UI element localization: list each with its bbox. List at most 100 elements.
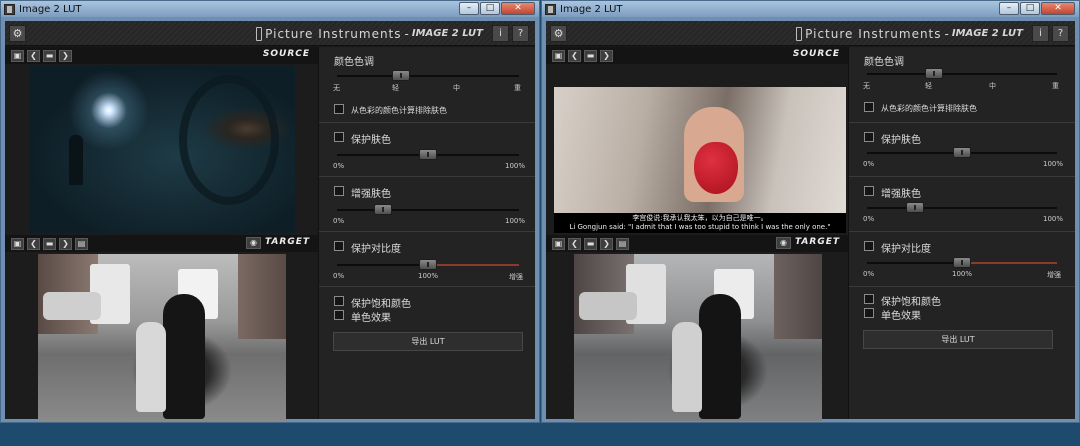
- source-image: 李宫俊说:我承认我太笨，以为自己是唯一。 Li Gongjun said: "I…: [554, 87, 846, 233]
- source-toolbar: ▣ ❮ ▬ ❯ SOURCE: [5, 47, 318, 64]
- protect-saturation-checkbox[interactable]: [864, 294, 874, 304]
- target-label: TARGET: [264, 237, 310, 247]
- protect-skin-slider[interactable]: [867, 147, 1057, 158]
- prev-icon[interactable]: ❮: [27, 237, 40, 250]
- protect-skin-checkbox[interactable]: [864, 132, 874, 142]
- enhance-skin-thumb[interactable]: [373, 204, 392, 215]
- next-icon[interactable]: ❯: [59, 237, 72, 250]
- save-icon[interactable]: ▣: [552, 49, 565, 62]
- protect-contrast-thumb[interactable]: [419, 259, 437, 270]
- protect-skin-section: 保护肤色 0% 100%: [849, 124, 1075, 177]
- info-button[interactable]: i: [492, 25, 509, 42]
- protect-contrast-checkbox[interactable]: [864, 241, 874, 251]
- folder-icon[interactable]: ▬: [584, 49, 597, 62]
- app-icon: [545, 3, 556, 15]
- protect-contrast-checkbox[interactable]: [334, 241, 344, 251]
- person-silhouette: [69, 135, 83, 185]
- enhance-skin-max: 100%: [505, 217, 526, 225]
- color-tone-slider[interactable]: [867, 68, 1057, 79]
- tick-light: 轻: [392, 84, 399, 92]
- next-icon[interactable]: ❯: [600, 237, 613, 250]
- mono-checkbox[interactable]: [334, 310, 344, 320]
- folder-icon[interactable]: ▬: [584, 237, 597, 250]
- prev-icon[interactable]: ❮: [27, 49, 40, 62]
- next-icon[interactable]: ❯: [600, 49, 613, 62]
- help-button[interactable]: ?: [1052, 25, 1069, 42]
- prev-icon[interactable]: ❮: [568, 237, 581, 250]
- target-toolbar: ▣ ❮ ▬ ❯ ▤ ◉ TARGET: [5, 235, 318, 252]
- maximize-button[interactable]: □: [480, 2, 500, 15]
- enhance-skin-slider[interactable]: [867, 202, 1057, 213]
- source-label: SOURCE: [792, 49, 840, 59]
- save-icon[interactable]: ▣: [11, 237, 24, 250]
- prev-icon[interactable]: ❮: [568, 49, 581, 62]
- minimize-button[interactable]: –: [999, 2, 1019, 15]
- protect-contrast-thumb[interactable]: [953, 257, 971, 268]
- export-image-icon[interactable]: ▤: [75, 237, 88, 250]
- app-header: ⚙ Picture Instruments - IMAGE 2 LUT i ?: [546, 21, 1075, 46]
- export-image-icon[interactable]: ▤: [616, 237, 629, 250]
- mono-checkbox[interactable]: [864, 308, 874, 318]
- protect-contrast-mid: 100%: [418, 272, 439, 280]
- protect-contrast-label: 保护对比度: [351, 244, 401, 255]
- product-name: IMAGE 2 LUT: [411, 28, 483, 39]
- source-subtitle-cn: 李宫俊说:我承认我太笨，以为自己是唯一。: [632, 214, 768, 222]
- protect-skin-slider[interactable]: [337, 149, 519, 160]
- settings-panel: 颜色色调 无 轻 中 重 从色彩的颜色计算排除肤色 保护肤色 0% 100% 增…: [318, 47, 535, 419]
- enhance-skin-min: 0%: [333, 217, 345, 225]
- folder-icon[interactable]: ▬: [43, 49, 56, 62]
- color-tone-thumb[interactable]: [391, 70, 410, 81]
- protect-skin-thumb[interactable]: [419, 149, 437, 160]
- exclude-skin-checkbox[interactable]: [334, 104, 344, 114]
- export-lut-button[interactable]: 导出 LUT: [863, 330, 1053, 349]
- enhance-skin-slider[interactable]: [337, 204, 519, 215]
- image-column: ▣ ❮ ▬ ❯ SOURCE 李宫俊说:我承认我太笨，以为自己是唯一。 Li G…: [546, 47, 848, 421]
- logo-mark-icon: [256, 26, 263, 41]
- protect-contrast-slider[interactable]: [867, 257, 1057, 268]
- enhance-skin-thumb[interactable]: [905, 202, 924, 213]
- save-icon[interactable]: ▣: [552, 237, 565, 250]
- brand-name: Picture Instruments: [265, 26, 402, 41]
- enhance-skin-checkbox[interactable]: [334, 186, 344, 196]
- enhance-skin-checkbox[interactable]: [864, 186, 874, 196]
- gear-icon[interactable]: ⚙: [550, 25, 567, 42]
- info-button[interactable]: i: [1032, 25, 1049, 42]
- protect-skin-checkbox[interactable]: [334, 132, 344, 142]
- eye-icon[interactable]: ◉: [776, 237, 791, 249]
- car-shape: [43, 292, 101, 320]
- exclude-skin-checkbox[interactable]: [864, 102, 874, 112]
- minimize-button[interactable]: –: [459, 2, 479, 15]
- eye-icon[interactable]: ◉: [246, 237, 261, 249]
- maximize-button[interactable]: □: [1020, 2, 1040, 15]
- protect-contrast-slider[interactable]: [337, 259, 519, 270]
- folder-icon[interactable]: ▬: [43, 237, 56, 250]
- save-icon[interactable]: ▣: [11, 49, 24, 62]
- logo-separator: -: [944, 26, 949, 41]
- protect-skin-thumb[interactable]: [953, 147, 971, 158]
- close-button[interactable]: ✕: [501, 2, 535, 15]
- protect-saturation-checkbox[interactable]: [334, 296, 344, 306]
- protect-contrast-min: 0%: [863, 270, 875, 278]
- enhance-skin-section: 增强肤色 0% 100%: [319, 178, 535, 232]
- color-tone-thumb[interactable]: [924, 68, 943, 79]
- window-right: Image 2 LUT – □ ✕ ⚙ Picture Instruments …: [541, 0, 1080, 423]
- protect-contrast-min: 0%: [333, 272, 345, 280]
- color-tone-slider[interactable]: [337, 70, 519, 81]
- tick-heavy: 重: [514, 84, 521, 92]
- mono-label: 单色效果: [351, 313, 391, 324]
- protect-skin-min: 0%: [863, 160, 875, 168]
- title-bar[interactable]: Image 2 LUT – □ ✕: [542, 1, 1079, 17]
- title-bar[interactable]: Image 2 LUT – □ ✕: [1, 1, 539, 17]
- help-button[interactable]: ?: [512, 25, 529, 42]
- protect-skin-label: 保护肤色: [881, 135, 921, 146]
- source-image: [29, 65, 295, 233]
- next-icon[interactable]: ❯: [59, 49, 72, 62]
- exclude-skin-label: 从色彩的颜色计算排除肤色: [351, 106, 447, 115]
- protect-contrast-label: 保护对比度: [881, 244, 931, 255]
- target-image: [574, 254, 822, 421]
- source-label: SOURCE: [262, 49, 310, 59]
- export-lut-button[interactable]: 导出 LUT: [333, 332, 523, 351]
- close-button[interactable]: ✕: [1041, 2, 1075, 15]
- tick-light: 轻: [925, 82, 932, 90]
- gear-icon[interactable]: ⚙: [9, 25, 26, 42]
